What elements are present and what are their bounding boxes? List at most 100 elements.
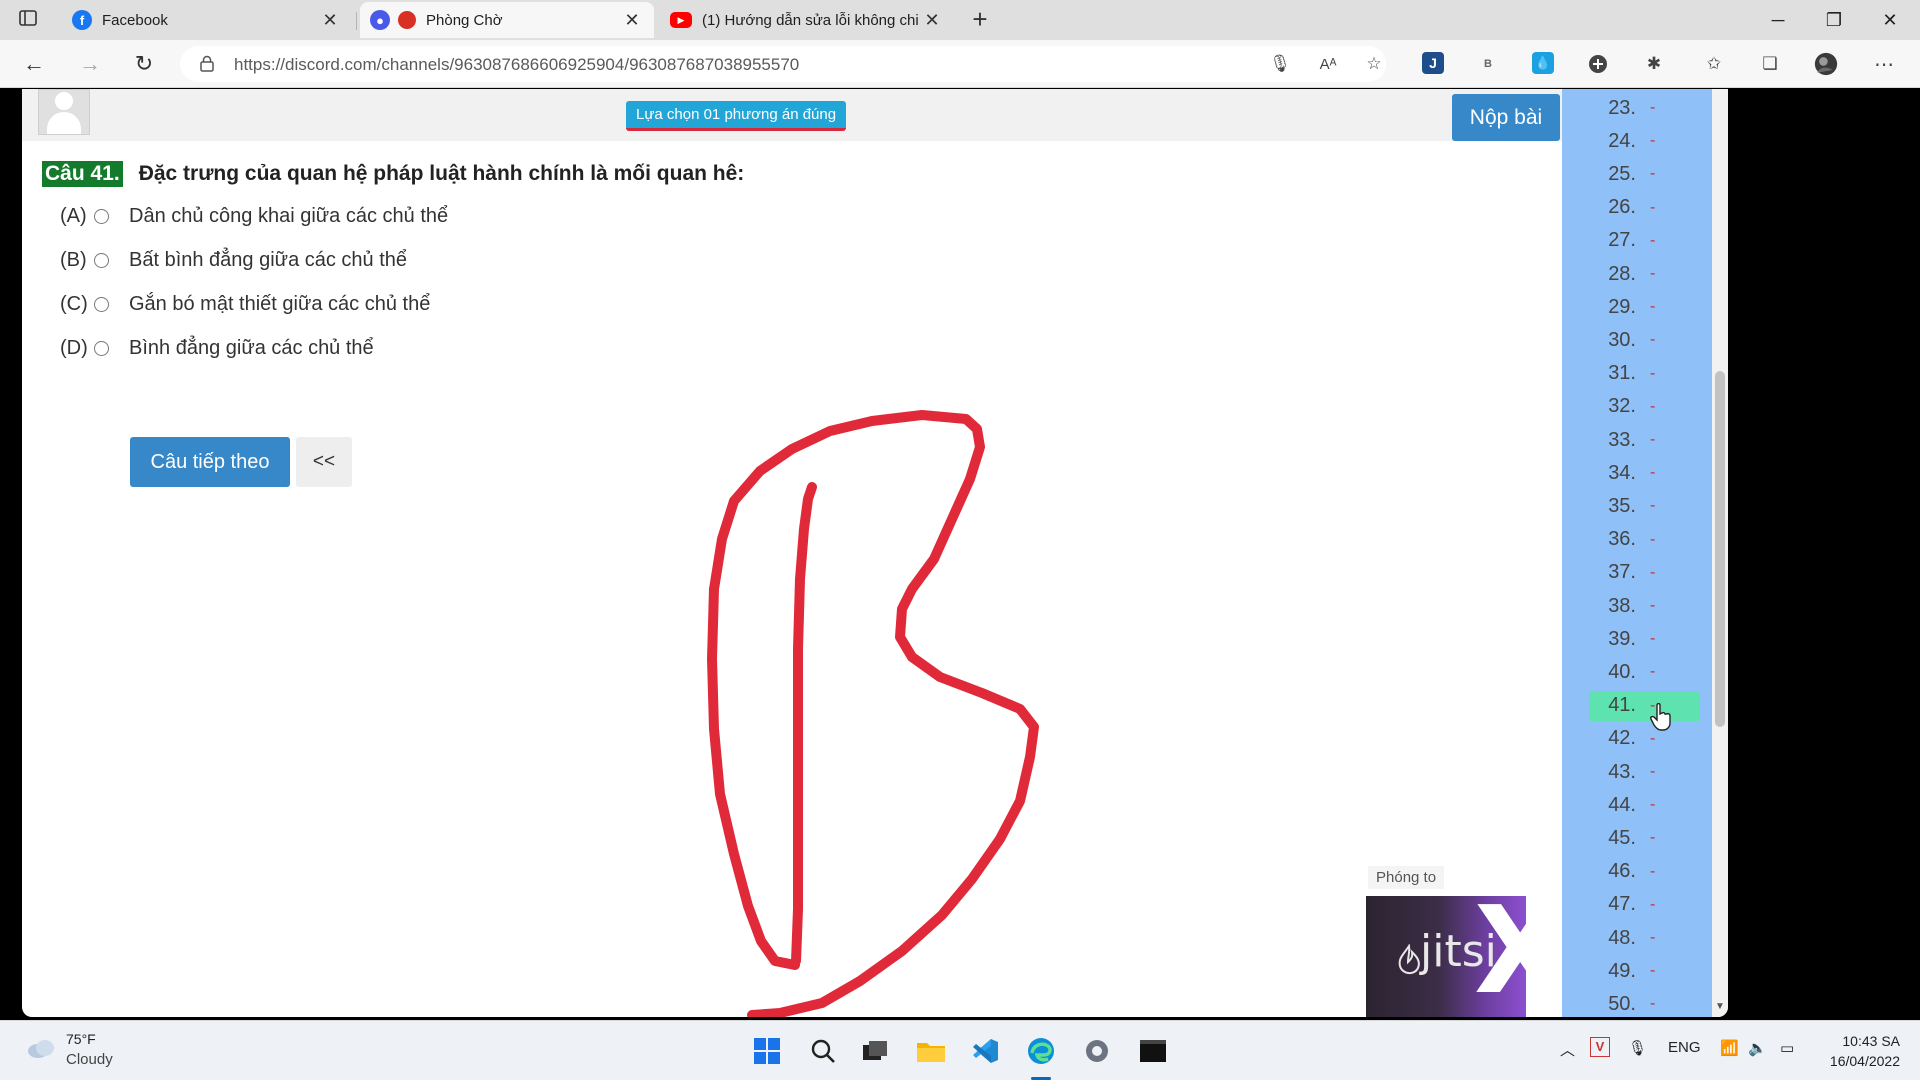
volume-icon[interactable]: 🔈	[1748, 1039, 1767, 1057]
extension-j-icon[interactable]: J	[1422, 52, 1444, 74]
add-favorite-icon[interactable]: ☆	[1362, 52, 1386, 76]
question-list-item[interactable]: 36. -	[1590, 525, 1700, 555]
edge-browser-icon[interactable]	[1024, 1034, 1058, 1068]
question-list-status: -	[1650, 597, 1656, 614]
close-tab-icon[interactable]: ✕	[920, 10, 944, 31]
previous-question-button[interactable]: <<	[296, 437, 352, 487]
weather-temperature[interactable]: 75°F	[66, 1031, 96, 1047]
show-hidden-icons[interactable]: ︿	[1560, 1039, 1575, 1060]
option-text[interactable]: Gắn bó mật thiết giữa các chủ thể	[129, 293, 430, 316]
question-list-item[interactable]: 24. -	[1590, 126, 1700, 156]
next-question-button[interactable]: Câu tiếp theo	[130, 437, 290, 487]
radio-a[interactable]	[94, 209, 109, 224]
weather-condition[interactable]: Cloudy	[66, 1051, 113, 1068]
question-list-item[interactable]: 40. -	[1590, 657, 1700, 687]
option-b[interactable]: (B) Bất bình đẳng giữa các chủ thể	[60, 249, 407, 272]
question-list-item[interactable]: 50. -	[1590, 989, 1700, 1017]
question-list-item[interactable]: 23. -	[1590, 93, 1700, 123]
option-d[interactable]: (D) Bình đẳng giữa các chủ thể	[60, 337, 374, 360]
cloud-weather-icon[interactable]	[26, 1037, 56, 1059]
radio-b[interactable]	[94, 253, 109, 268]
wifi-icon[interactable]: 📶	[1720, 1039, 1739, 1057]
extension-drop-icon[interactable]: 💧	[1532, 52, 1554, 74]
extensions-icon[interactable]: ✱	[1642, 52, 1666, 76]
scroll-down-icon[interactable]: ▼	[1715, 1001, 1725, 1012]
settings-menu-icon[interactable]: ⋯	[1872, 52, 1896, 76]
option-text[interactable]: Bất bình đẳng giữa các chủ thể	[129, 249, 407, 272]
question-list-item[interactable]: 45. -	[1590, 823, 1700, 853]
page-scrollbar[interactable]: ▼	[1712, 89, 1728, 1017]
question-list-number: 40.	[1608, 660, 1636, 683]
tab-phong-cho[interactable]: ● Phòng Chờ ✕	[360, 2, 654, 38]
language-indicator[interactable]: ENG	[1668, 1039, 1701, 1056]
read-aloud-icon[interactable]: Aᴬ	[1316, 52, 1340, 76]
question-list-item[interactable]: 34. -	[1590, 458, 1700, 488]
video-thumbnail[interactable]: jitsi X	[1366, 896, 1526, 1017]
question-list-item[interactable]: 31. -	[1590, 359, 1700, 389]
question-list-item[interactable]: 49. -	[1590, 956, 1700, 986]
question-list-item[interactable]: 29. -	[1590, 292, 1700, 322]
option-c[interactable]: (C) Gắn bó mật thiết giữa các chủ thể	[60, 293, 430, 316]
lock-icon[interactable]	[200, 55, 214, 72]
microphone-icon[interactable]: 🎙	[1268, 52, 1292, 76]
question-list-item[interactable]: 39. -	[1590, 624, 1700, 654]
facebook-icon: f	[72, 10, 92, 30]
question-list-item[interactable]: 25. -	[1590, 159, 1700, 189]
expand-video-button[interactable]: Phóng to	[1368, 866, 1445, 889]
microphone-tray-icon[interactable]: 🎙	[1628, 1039, 1647, 1057]
submit-button[interactable]: Nộp bài	[1452, 94, 1560, 141]
task-view-icon[interactable]	[858, 1034, 892, 1068]
question-list-item[interactable]: 43. -	[1590, 757, 1700, 787]
scrollbar-thumb[interactable]	[1715, 371, 1725, 727]
option-a[interactable]: (A) Dân chủ công khai giữa các chủ thể	[60, 205, 448, 228]
battery-icon[interactable]: ▭	[1780, 1039, 1794, 1057]
tab-youtube[interactable]: ▶ (1) Hướng dẫn sửa lỗi không chi ✕	[660, 2, 954, 38]
question-list-number: 49.	[1608, 959, 1636, 982]
forward-button[interactable]: →	[74, 48, 106, 80]
extension-b-icon[interactable]: B	[1476, 52, 1500, 76]
new-tab-button[interactable]: +	[964, 4, 996, 36]
question-list-item[interactable]: 32. -	[1590, 392, 1700, 422]
question-list-item[interactable]: 38. -	[1590, 591, 1700, 621]
option-text[interactable]: Bình đẳng giữa các chủ thể	[129, 337, 374, 360]
radio-d[interactable]	[94, 341, 109, 356]
file-explorer-icon[interactable]	[914, 1034, 948, 1068]
close-tab-icon[interactable]: ✕	[318, 10, 342, 31]
settings-gear-icon[interactable]	[1080, 1034, 1114, 1068]
collections-icon[interactable]: ❏	[1758, 52, 1782, 76]
option-text[interactable]: Dân chủ công khai giữa các chủ thể	[129, 205, 448, 228]
radio-c[interactable]	[94, 297, 109, 312]
question-list-item[interactable]: 42. -	[1590, 724, 1700, 754]
tab-actions-icon[interactable]	[12, 4, 44, 36]
tab-facebook[interactable]: f Facebook ✕	[62, 2, 352, 38]
favorites-icon[interactable]: ✩	[1702, 52, 1726, 76]
question-list-item[interactable]: 48. -	[1590, 923, 1700, 953]
profile-avatar[interactable]	[1814, 52, 1838, 76]
restore-button[interactable]: ❐	[1806, 0, 1862, 40]
close-tab-icon[interactable]: ✕	[620, 10, 644, 31]
question-list-item[interactable]: 26. -	[1590, 193, 1700, 223]
question-list-item[interactable]: 35. -	[1590, 491, 1700, 521]
search-icon[interactable]	[806, 1034, 840, 1068]
back-button[interactable]: ←	[18, 48, 50, 80]
terminal-icon[interactable]	[1136, 1034, 1170, 1068]
extension-plus-icon[interactable]	[1586, 52, 1610, 76]
refresh-button[interactable]: ↻	[128, 48, 160, 80]
question-list-item[interactable]: 37. -	[1590, 558, 1700, 588]
question-list-item[interactable]: 30. -	[1590, 325, 1700, 355]
question-list-item[interactable]: 41. -	[1590, 690, 1700, 721]
question-list-item[interactable]: 27. -	[1590, 226, 1700, 256]
address-bar[interactable]: https://discord.com/channels/96308768660…	[180, 46, 1386, 82]
vscode-icon[interactable]	[968, 1034, 1002, 1068]
question-list-item[interactable]: 33. -	[1590, 425, 1700, 455]
question-list-item[interactable]: 44. -	[1590, 790, 1700, 820]
question-list-item[interactable]: 46. -	[1590, 857, 1700, 887]
clock[interactable]: 10:43 SA 16/04/2022	[1816, 1031, 1900, 1071]
minimize-button[interactable]: ─	[1750, 0, 1806, 40]
question-list-item[interactable]: 47. -	[1590, 890, 1700, 920]
close-window-button[interactable]: ✕	[1862, 0, 1918, 40]
windows-start-icon[interactable]	[750, 1034, 784, 1068]
antivirus-v-icon[interactable]: V	[1590, 1037, 1610, 1057]
question-list-item[interactable]: 28. -	[1590, 259, 1700, 289]
url-text[interactable]: https://discord.com/channels/96308768660…	[234, 55, 799, 75]
